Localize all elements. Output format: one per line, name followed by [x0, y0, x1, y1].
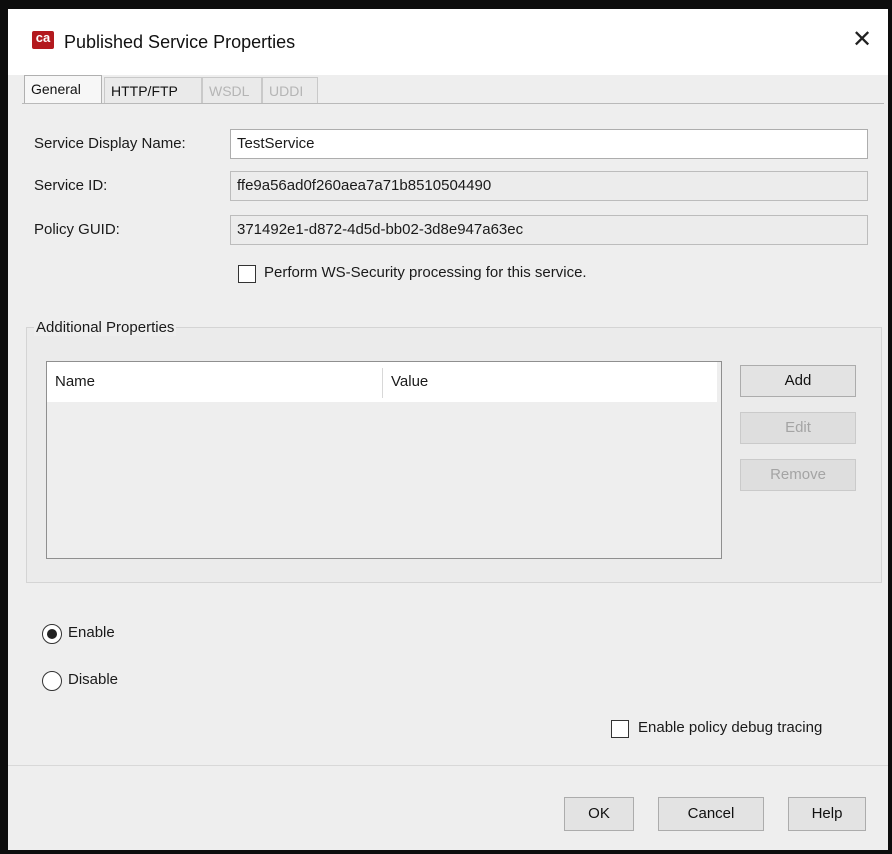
service-id-label: Service ID:	[34, 177, 108, 194]
remove-button[interactable]: Remove	[740, 459, 856, 491]
tab-general[interactable]: General	[24, 75, 102, 104]
window-border-bottom	[0, 850, 892, 854]
policy-guid-label: Policy GUID:	[34, 221, 120, 238]
add-button[interactable]: Add	[740, 365, 856, 397]
additional-properties-title: Additional Properties	[34, 319, 177, 336]
policy-guid-field[interactable]: 371492e1-d872-4d5d-bb02-3d8e947a63ec	[230, 215, 868, 245]
ws-security-label: Perform WS-Security processing for this …	[264, 264, 587, 281]
enable-radio[interactable]	[42, 624, 62, 644]
ca-logo-icon	[32, 30, 54, 49]
edit-button[interactable]: Edit	[740, 412, 856, 444]
close-button[interactable]: ✕	[844, 25, 880, 57]
properties-table-header: Name Value	[47, 362, 717, 402]
title-bar[interactable]: Published Service Properties ✕	[8, 9, 888, 75]
display-name-input[interactable]: TestService	[230, 129, 868, 159]
ok-button[interactable]: OK	[564, 797, 634, 831]
tab-uddi[interactable]: UDDI	[262, 77, 318, 103]
window-border-right	[888, 0, 892, 854]
window-border-left	[0, 0, 8, 854]
display-name-label: Service Display Name:	[34, 135, 186, 152]
tab-http-ftp[interactable]: HTTP/FTP	[104, 77, 202, 103]
disable-radio[interactable]	[42, 671, 62, 691]
column-header-value[interactable]: Value	[383, 362, 717, 402]
ws-security-checkbox[interactable]	[238, 265, 256, 283]
window-title: Published Service Properties	[64, 32, 296, 52]
dialog-content: General HTTP/FTP WSDL UDDI Service Displ…	[8, 75, 888, 765]
debug-tracing-checkbox[interactable]	[611, 720, 629, 738]
help-button[interactable]: Help	[788, 797, 866, 831]
tab-wsdl[interactable]: WSDL	[202, 77, 262, 103]
properties-table[interactable]: Name Value	[46, 361, 722, 559]
tab-divider	[22, 103, 884, 104]
service-id-field[interactable]: ffe9a56ad0f260aea7a71b8510504490	[230, 171, 868, 201]
disable-radio-label: Disable	[68, 671, 119, 688]
enable-radio-label: Enable	[68, 624, 115, 641]
column-header-name[interactable]: Name	[47, 362, 382, 402]
window-border-top	[0, 0, 892, 9]
cancel-button[interactable]: Cancel	[658, 797, 764, 831]
dialog-footer: OK Cancel Help	[8, 765, 888, 850]
debug-tracing-label: Enable policy debug tracing	[638, 719, 823, 736]
